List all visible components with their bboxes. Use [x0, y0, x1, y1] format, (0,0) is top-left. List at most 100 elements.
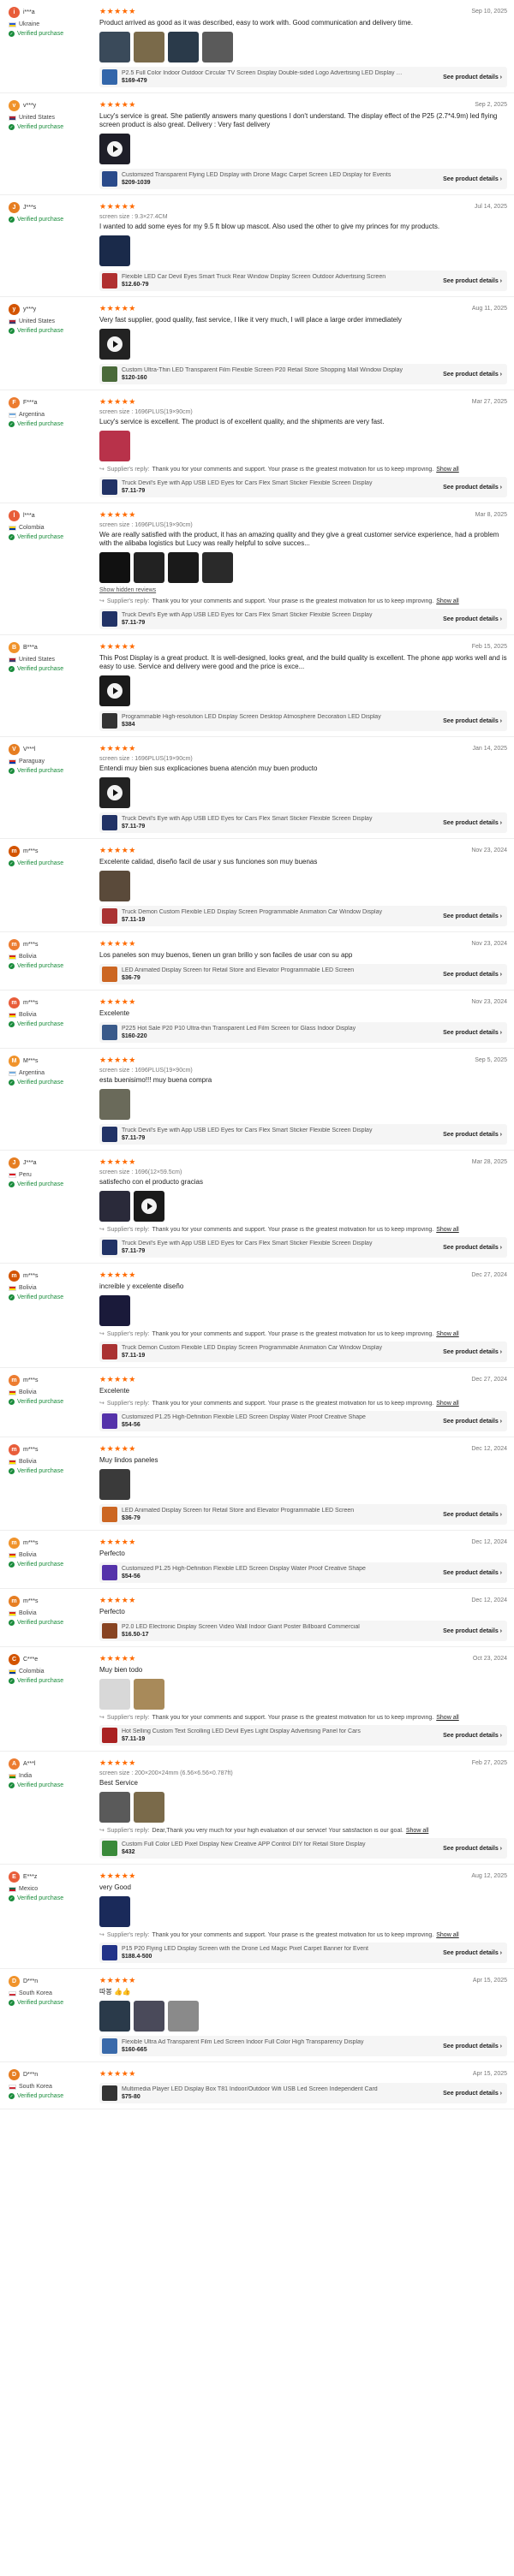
- see-product-details-label[interactable]: See product details: [443, 718, 499, 724]
- see-product-details-button[interactable]: See product details ›: [443, 913, 502, 919]
- see-product-details-button[interactable]: See product details ›: [443, 1950, 502, 1956]
- product-thumbnail[interactable]: [102, 908, 117, 924]
- product-thumbnail[interactable]: [102, 815, 117, 830]
- product-thumbnail[interactable]: [102, 1025, 117, 1040]
- review-video-thumbnail[interactable]: [99, 134, 130, 164]
- product-thumbnail[interactable]: [102, 2085, 117, 2101]
- see-product-details-button[interactable]: See product details ›: [443, 1030, 502, 1036]
- see-product-details-label[interactable]: See product details: [443, 1628, 499, 1634]
- review-photo-thumbnail[interactable]: [99, 871, 130, 901]
- product-card[interactable]: LED Animated Display Screen for Retail S…: [99, 964, 507, 985]
- see-product-details-button[interactable]: See product details ›: [443, 718, 502, 724]
- show-all-link[interactable]: Show all: [436, 1401, 458, 1407]
- review-photo-thumbnail[interactable]: [99, 1191, 130, 1222]
- review-photo-thumbnail[interactable]: [134, 2001, 164, 2032]
- product-thumbnail[interactable]: [102, 1841, 117, 1856]
- see-product-details-button[interactable]: See product details ›: [443, 820, 502, 826]
- product-thumbnail[interactable]: [102, 611, 117, 627]
- see-product-details-label[interactable]: See product details: [443, 2091, 499, 2097]
- product-title[interactable]: Multimedia Player LED Display Box T81 In…: [122, 2086, 404, 2092]
- see-product-details-button[interactable]: See product details ›: [443, 485, 502, 491]
- product-thumbnail[interactable]: [102, 967, 117, 982]
- product-title[interactable]: P2.5 Full Color Indoor Outdoor Circular …: [122, 70, 404, 76]
- review-photo-thumbnail[interactable]: [99, 1896, 130, 1927]
- review-photo-thumbnail[interactable]: [168, 2001, 199, 2032]
- product-thumbnail[interactable]: [102, 1623, 117, 1639]
- product-title[interactable]: Customized Transparent Flying LED Displa…: [122, 172, 404, 178]
- review-photo-thumbnail[interactable]: [99, 1295, 130, 1326]
- show-all-link[interactable]: Show all: [436, 1227, 458, 1233]
- product-title[interactable]: Truck Devil's Eye with App USB LED Eyes …: [122, 480, 404, 486]
- product-thumbnail[interactable]: [102, 273, 117, 289]
- product-thumbnail[interactable]: [102, 1945, 117, 1960]
- see-product-details-label[interactable]: See product details: [443, 1846, 499, 1852]
- see-product-details-label[interactable]: See product details: [443, 1733, 499, 1739]
- product-title[interactable]: Truck Devil's Eye with App USB LED Eyes …: [122, 612, 404, 618]
- review-photo-thumbnail[interactable]: [168, 32, 199, 62]
- see-product-details-label[interactable]: See product details: [443, 1512, 499, 1518]
- product-card[interactable]: Custom Ultra-Thin LED Transparent Film F…: [99, 364, 507, 384]
- product-card[interactable]: P2.5 Full Color Indoor Outdoor Circular …: [99, 67, 507, 87]
- show-all-link[interactable]: Show all: [436, 598, 458, 604]
- product-title[interactable]: Truck Devil's Eye with App USB LED Eyes …: [122, 816, 404, 822]
- show-hidden-reviews-link[interactable]: Show hidden reviews: [99, 587, 507, 593]
- see-product-details-label[interactable]: See product details: [443, 1132, 499, 1138]
- review-photo-thumbnail[interactable]: [202, 552, 233, 583]
- product-thumbnail[interactable]: [102, 479, 117, 495]
- see-product-details-button[interactable]: See product details ›: [443, 278, 502, 284]
- review-video-thumbnail[interactable]: [99, 675, 130, 706]
- product-title[interactable]: Programmable High-resolution LED Display…: [122, 714, 404, 720]
- product-title[interactable]: Truck Devil's Eye with App USB LED Eyes …: [122, 1127, 404, 1133]
- see-product-details-label[interactable]: See product details: [443, 913, 499, 919]
- product-title[interactable]: P225 Hot Sale P20 P10 Ultra-thin Transpa…: [122, 1026, 404, 1032]
- see-product-details-button[interactable]: See product details ›: [443, 1846, 502, 1852]
- see-product-details-label[interactable]: See product details: [443, 1245, 499, 1251]
- review-photo-thumbnail[interactable]: [99, 32, 130, 62]
- see-product-details-button[interactable]: See product details ›: [443, 1419, 502, 1425]
- product-card[interactable]: Truck Demon Custom Flexible LED Display …: [99, 1342, 507, 1362]
- see-product-details-label[interactable]: See product details: [443, 372, 499, 378]
- review-photo-thumbnail[interactable]: [202, 32, 233, 62]
- see-product-details-label[interactable]: See product details: [443, 1349, 499, 1355]
- product-thumbnail[interactable]: [102, 1507, 117, 1522]
- see-product-details-button[interactable]: See product details ›: [443, 616, 502, 622]
- show-all-link[interactable]: Show all: [436, 1331, 458, 1337]
- review-photo-thumbnail[interactable]: [134, 32, 164, 62]
- see-product-details-button[interactable]: See product details ›: [443, 2044, 502, 2049]
- review-photo-thumbnail[interactable]: [99, 552, 130, 583]
- see-product-details-label[interactable]: See product details: [443, 485, 499, 491]
- see-product-details-label[interactable]: See product details: [443, 74, 499, 80]
- see-product-details-label[interactable]: See product details: [443, 176, 499, 182]
- see-product-details-button[interactable]: See product details ›: [443, 176, 502, 182]
- product-card[interactable]: Custom Full Color LED Pixel Display New …: [99, 1838, 507, 1859]
- see-product-details-button[interactable]: See product details ›: [443, 74, 502, 80]
- review-photo-thumbnail[interactable]: [99, 235, 130, 266]
- see-product-details-label[interactable]: See product details: [443, 2044, 499, 2049]
- product-title[interactable]: Custom Full Color LED Pixel Display New …: [122, 1841, 404, 1847]
- see-product-details-label[interactable]: See product details: [443, 972, 499, 978]
- see-product-details-button[interactable]: See product details ›: [443, 1733, 502, 1739]
- review-video-thumbnail[interactable]: [134, 1191, 164, 1222]
- product-card[interactable]: Truck Devil's Eye with App USB LED Eyes …: [99, 812, 507, 833]
- product-card[interactable]: Customized Transparent Flying LED Displa…: [99, 169, 507, 189]
- see-product-details-button[interactable]: See product details ›: [443, 1245, 502, 1251]
- product-card[interactable]: Customized P1.25 High-Definition Flexibl…: [99, 1562, 507, 1583]
- review-photo-thumbnail[interactable]: [168, 552, 199, 583]
- product-thumbnail[interactable]: [102, 1127, 117, 1142]
- review-photo-thumbnail[interactable]: [134, 552, 164, 583]
- see-product-details-button[interactable]: See product details ›: [443, 1570, 502, 1576]
- product-title[interactable]: Flexible LED Car Devil Eyes Smart Truck …: [122, 274, 404, 280]
- product-thumbnail[interactable]: [102, 1240, 117, 1255]
- product-card[interactable]: Truck Demon Custom Flexible LED Display …: [99, 906, 507, 926]
- product-card[interactable]: Multimedia Player LED Display Box T81 In…: [99, 2083, 507, 2103]
- product-card[interactable]: P225 Hot Sale P20 P10 Ultra-thin Transpa…: [99, 1022, 507, 1043]
- review-photo-thumbnail[interactable]: [134, 1792, 164, 1823]
- product-title[interactable]: Truck Demon Custom Flexible LED Display …: [122, 909, 404, 915]
- see-product-details-button[interactable]: See product details ›: [443, 1512, 502, 1518]
- product-title[interactable]: Customized P1.25 High-Definition Flexibl…: [122, 1566, 404, 1572]
- product-thumbnail[interactable]: [102, 171, 117, 187]
- review-photo-thumbnail[interactable]: [99, 2001, 130, 2032]
- product-card[interactable]: LED Animated Display Screen for Retail S…: [99, 1504, 507, 1525]
- review-video-thumbnail[interactable]: [99, 329, 130, 360]
- see-product-details-label[interactable]: See product details: [443, 1950, 499, 1956]
